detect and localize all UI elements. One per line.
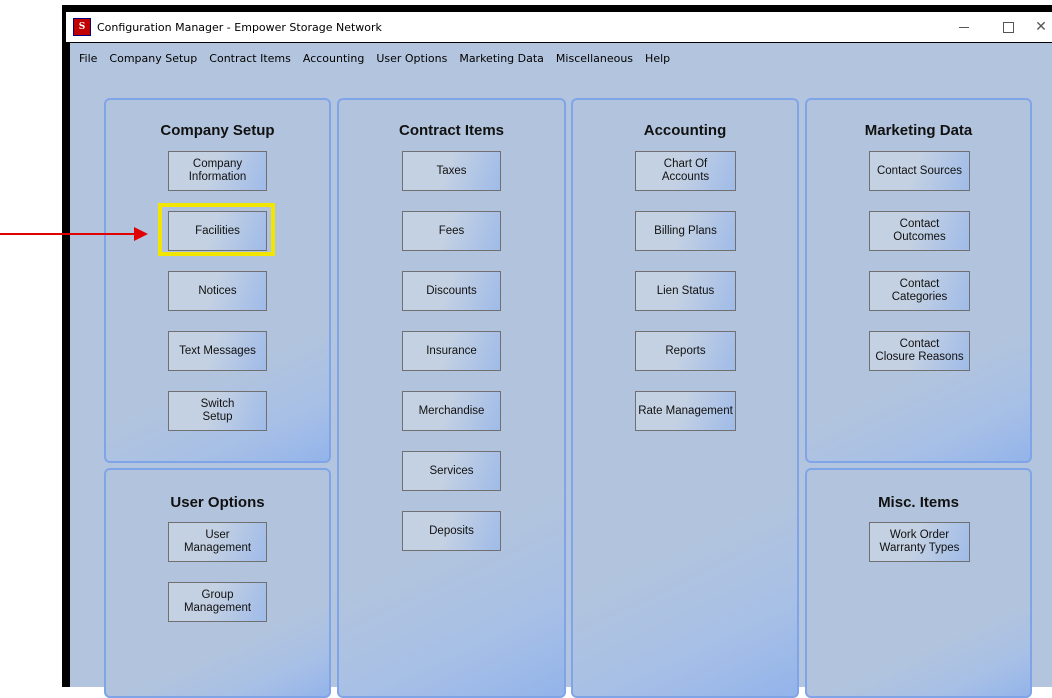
work-order-warranty-types-button[interactable]: Work Order Warranty Types <box>869 522 970 562</box>
company-information-button[interactable]: Company Information <box>168 151 267 191</box>
panel-user-options: User Options User Management Group Manag… <box>104 468 331 698</box>
panel-accounting: Accounting Chart Of Accounts Billing Pla… <box>571 98 799 698</box>
menu-bar: File Company Setup Contract Items Accoun… <box>70 43 1052 73</box>
discounts-button[interactable]: Discounts <box>402 271 501 311</box>
menu-company-setup[interactable]: Company Setup <box>103 52 203 65</box>
contact-sources-button[interactable]: Contact Sources <box>869 151 970 191</box>
text-messages-button[interactable]: Text Messages <box>168 331 267 371</box>
lien-status-button[interactable]: Lien Status <box>635 271 736 311</box>
panel-title-marketing-data: Marketing Data <box>864 122 973 139</box>
maximize-button[interactable] <box>986 12 1030 42</box>
deposits-button[interactable]: Deposits <box>402 511 501 551</box>
rate-management-button[interactable]: Rate Management <box>635 391 736 431</box>
chart-of-accounts-button[interactable]: Chart Of Accounts <box>635 151 736 191</box>
panel-title-misc-items: Misc. Items <box>878 494 959 511</box>
title-bar: S Configuration Manager - Empower Storag… <box>66 12 1052 42</box>
minimize-button[interactable] <box>942 12 986 42</box>
close-button[interactable]: ✕ <box>1030 12 1052 42</box>
menu-user-options[interactable]: User Options <box>370 52 453 65</box>
menu-accounting[interactable]: Accounting <box>297 52 370 65</box>
main-client-area: File Company Setup Contract Items Accoun… <box>70 43 1052 698</box>
taxes-button[interactable]: Taxes <box>402 151 501 191</box>
window-title: Configuration Manager - Empower Storage … <box>97 20 382 34</box>
notices-button[interactable]: Notices <box>168 271 267 311</box>
contact-closure-reasons-button[interactable]: Contact Closure Reasons <box>869 331 970 371</box>
reports-button[interactable]: Reports <box>635 331 736 371</box>
menu-help[interactable]: Help <box>639 52 676 65</box>
services-button[interactable]: Services <box>402 451 501 491</box>
panel-title-user-options: User Options <box>170 494 265 511</box>
menu-contract-items[interactable]: Contract Items <box>203 52 297 65</box>
close-icon: ✕ <box>1035 19 1047 35</box>
menu-file[interactable]: File <box>70 52 103 65</box>
insurance-button[interactable]: Insurance <box>402 331 501 371</box>
facilities-highlight-box <box>158 203 275 256</box>
panel-contract-items: Contract Items Taxes Fees Discounts Insu… <box>337 98 566 698</box>
app-logo-icon: S <box>73 18 91 36</box>
panel-title-accounting: Accounting <box>643 122 727 139</box>
panel-misc-items: Misc. Items Work Order Warranty Types <box>805 468 1032 698</box>
menu-marketing-data[interactable]: Marketing Data <box>453 52 550 65</box>
panel-title-contract-items: Contract Items <box>398 122 505 139</box>
panel-title-company-setup: Company Setup <box>160 122 275 139</box>
switch-setup-button[interactable]: Switch Setup <box>168 391 267 431</box>
billing-plans-button[interactable]: Billing Plans <box>635 211 736 251</box>
menu-miscellaneous[interactable]: Miscellaneous <box>550 52 639 65</box>
contact-outcomes-button[interactable]: Contact Outcomes <box>869 211 970 251</box>
group-management-button[interactable]: Group Management <box>168 582 267 622</box>
maximize-icon <box>1002 21 1014 33</box>
minimize-icon <box>959 26 969 28</box>
merchandise-button[interactable]: Merchandise <box>402 391 501 431</box>
pointer-arrow-line <box>0 233 138 235</box>
user-management-button[interactable]: User Management <box>168 522 267 562</box>
contact-categories-button[interactable]: Contact Categories <box>869 271 970 311</box>
pointer-arrow-icon <box>134 227 148 241</box>
fees-button[interactable]: Fees <box>402 211 501 251</box>
panel-company-setup: Company Setup Company Information Facili… <box>104 98 331 463</box>
panel-marketing-data: Marketing Data Contact Sources Contact O… <box>805 98 1032 463</box>
